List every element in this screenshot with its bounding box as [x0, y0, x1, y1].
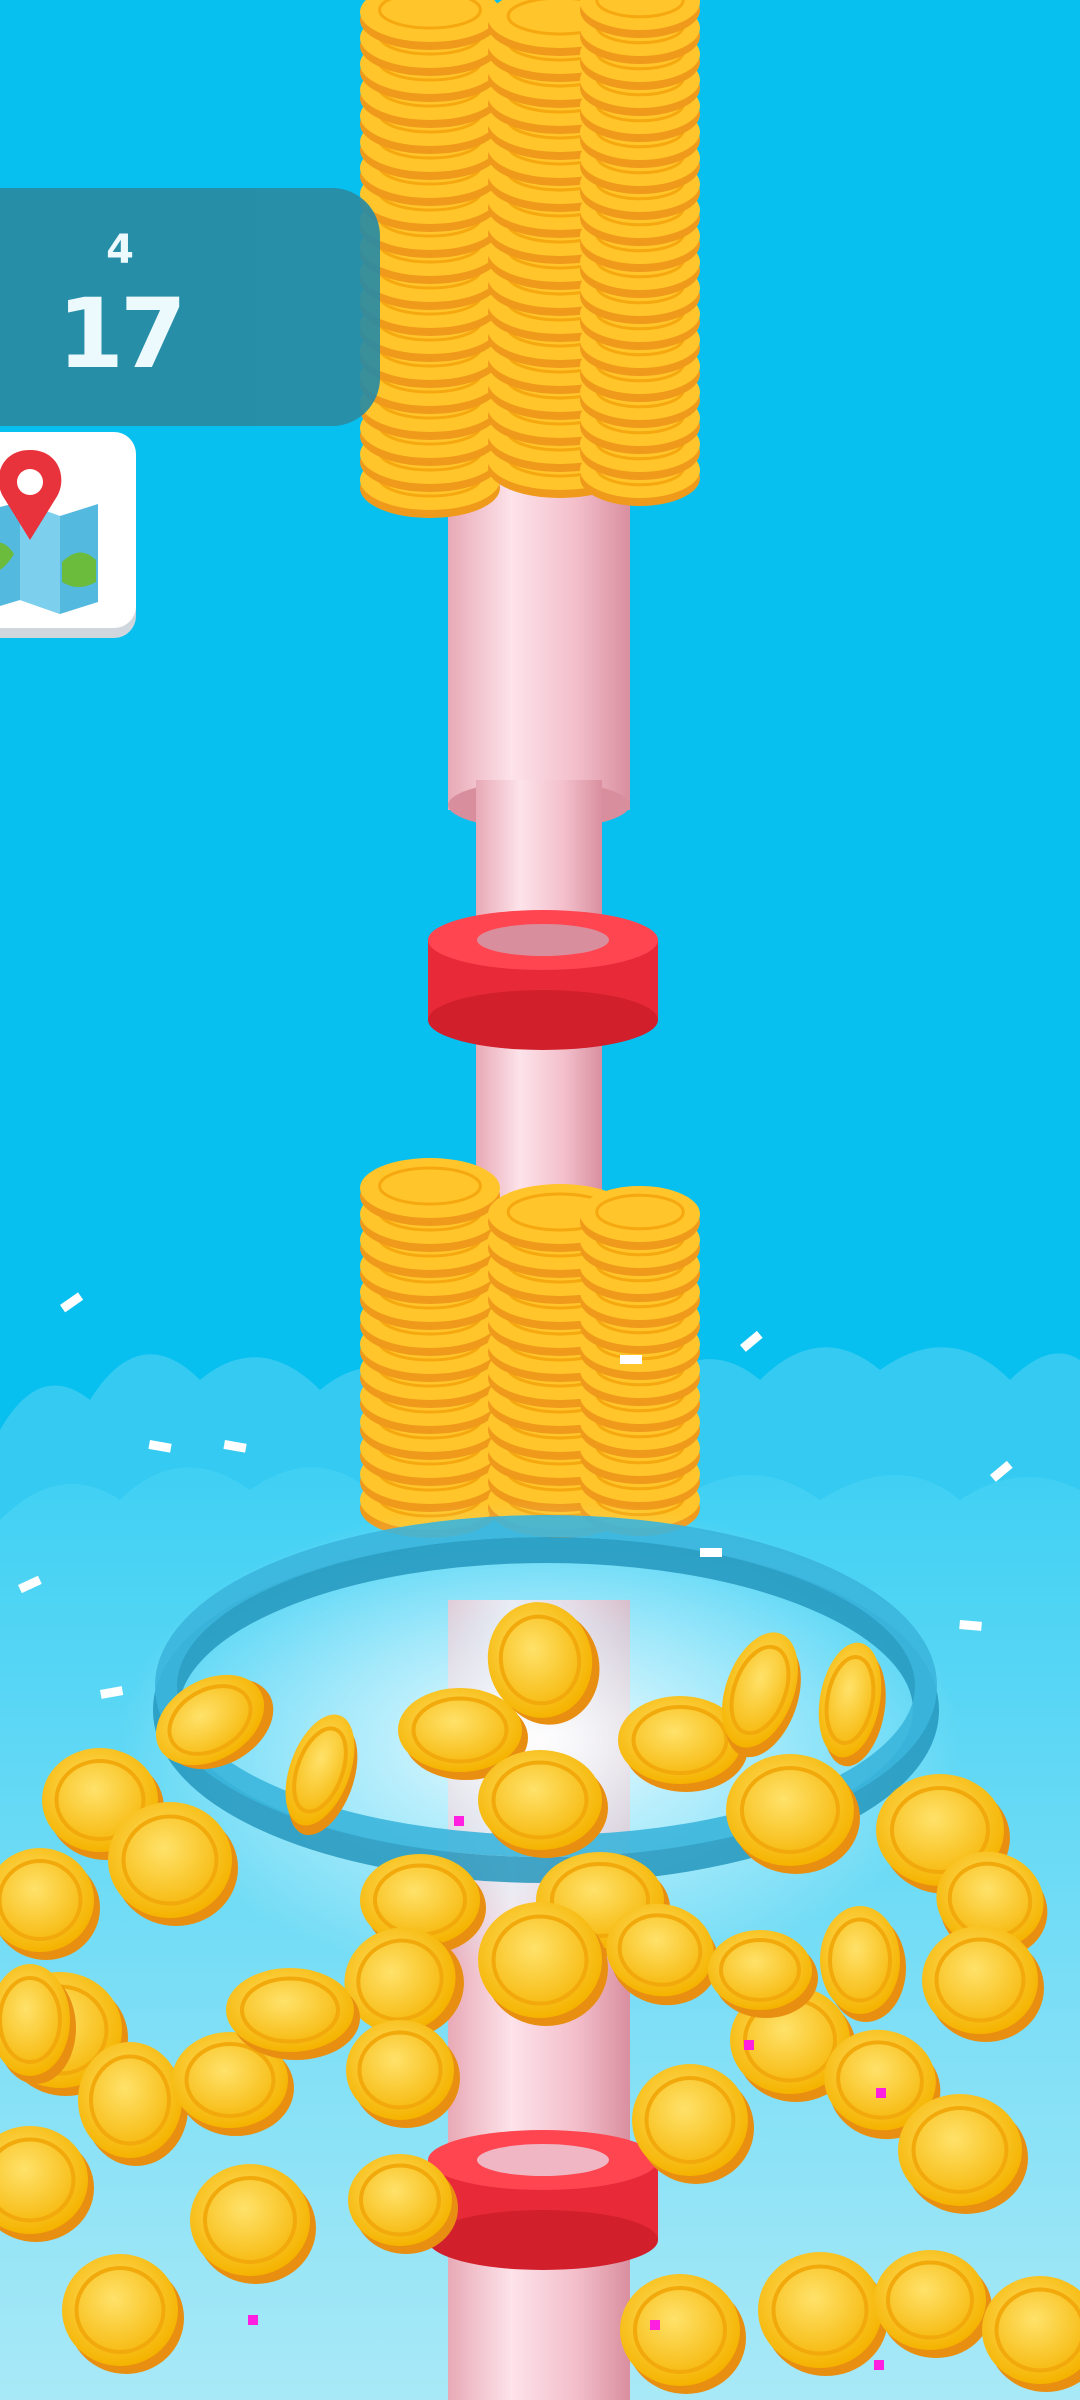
coin-stack-middle [360, 1158, 700, 1538]
stacked-coin [580, 1186, 700, 1250]
score-counter: 17 [57, 278, 187, 390]
stacked-coin [360, 1158, 500, 1226]
sparkle [959, 1620, 982, 1631]
map-button[interactable] [0, 432, 136, 628]
confetti [744, 2040, 754, 2050]
map-icon [0, 450, 98, 614]
sparkle [60, 1292, 84, 1313]
confetti [248, 2315, 258, 2325]
confetti [650, 2320, 660, 2330]
red-ring-lower [428, 2130, 658, 2270]
confetti [876, 2088, 886, 2098]
confetti [454, 1816, 464, 1826]
level-panel: 4 17 [0, 188, 380, 426]
level-number: 4 [106, 227, 134, 273]
sparkle [620, 1355, 642, 1364]
sparkle [739, 1330, 763, 1352]
coin-stack-top [360, 0, 700, 518]
red-ring-upper [428, 910, 658, 1050]
confetti [874, 2360, 884, 2370]
sparkle [700, 1548, 722, 1557]
